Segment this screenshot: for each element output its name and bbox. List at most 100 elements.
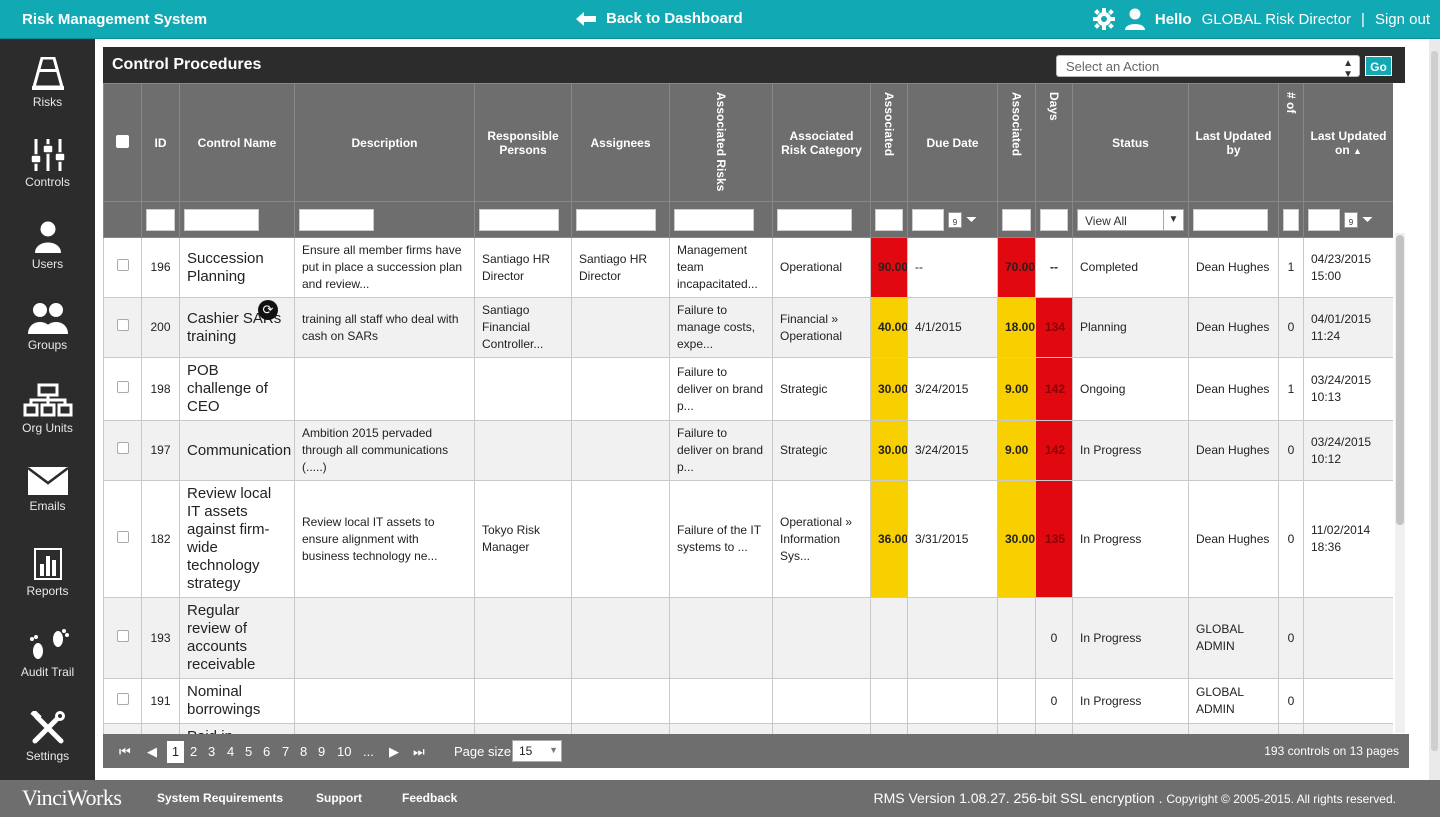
cell-associated-2 — [997, 597, 1036, 679]
table-row[interactable]: 196 Succession Planning Ensure all member … — [103, 237, 1393, 298]
page-6[interactable]: 6 — [263, 744, 270, 759]
filter-description-input[interactable] — [299, 208, 374, 231]
row-checkbox[interactable] — [116, 629, 129, 642]
sign-out-link[interactable]: Sign out — [1375, 11, 1430, 28]
table-row[interactable]: 182 Review local IT assets against firm-w… — [103, 480, 1393, 598]
table-row[interactable]: 193 Regular review of accounts receivable… — [103, 597, 1393, 679]
cell-due-date: -- — [907, 237, 998, 298]
filter-count-input[interactable] — [1283, 208, 1299, 231]
filter-due-date-input[interactable] — [912, 208, 944, 231]
scrollbar-thumb[interactable] — [1431, 51, 1438, 751]
grid-scrollbar[interactable] — [1395, 233, 1405, 733]
gear-icon[interactable] — [1092, 8, 1115, 30]
filter-cell — [1188, 201, 1279, 238]
col-status[interactable]: Status — [1072, 83, 1189, 202]
table-row[interactable]: 190Paid in returned earnings0In Progress… — [103, 723, 1393, 734]
col-updated-on[interactable]: Last Updated on ▲ — [1303, 83, 1393, 202]
table-row[interactable]: 200 Cashier SARs training ⟳ training all st… — [103, 297, 1393, 358]
status-filter-select[interactable]: View All ▼ — [1077, 208, 1184, 231]
col-due-date[interactable]: Due Date — [907, 83, 998, 202]
filter-risks-input[interactable] — [674, 208, 754, 231]
support-link[interactable]: Support — [316, 791, 362, 805]
col-control-name[interactable]: Control Name — [179, 83, 295, 202]
col-id[interactable]: ID — [141, 83, 180, 202]
reload-icon[interactable]: ⟳ — [258, 300, 278, 320]
filter-id-input[interactable] — [146, 208, 175, 231]
prev-page-icon[interactable]: ◀ — [147, 744, 157, 760]
page-4[interactable]: 4 — [227, 744, 234, 759]
cell-category — [772, 678, 871, 724]
cell-days: 134 — [1035, 297, 1073, 358]
last-page-icon[interactable]: ⏭ — [413, 744, 425, 760]
page-10[interactable]: 10 — [337, 744, 351, 759]
sidebar-item-controls[interactable]: Controls — [0, 127, 95, 207]
first-page-icon[interactable]: ⏮ — [119, 744, 131, 760]
col-associated-2[interactable]: Associated — [997, 83, 1036, 202]
page-more[interactable]: ... — [363, 744, 374, 759]
sidebar-item-users[interactable]: Users — [0, 209, 95, 289]
col-assignees[interactable]: Assignees — [571, 83, 670, 202]
table-row[interactable]: 198 POB challenge of CEO Failure to delive… — [103, 357, 1393, 421]
sort-asc-icon: ▲ — [1353, 145, 1362, 156]
sidebar-item-org-units[interactable]: Org Units — [0, 371, 95, 451]
col-responsible[interactable]: Responsible Persons — [474, 83, 572, 202]
row-checkbox[interactable] — [116, 442, 129, 454]
filter-updated-on-input[interactable] — [1308, 208, 1340, 231]
select-all-checkbox[interactable] — [116, 134, 129, 148]
cell-associated-2: 9.00 — [997, 357, 1036, 421]
filter-icon[interactable]: ⏷ — [1362, 211, 1373, 228]
col-days[interactable]: Days — [1035, 83, 1073, 202]
col-associated-1[interactable]: Associated — [870, 83, 908, 202]
col-description[interactable]: Description — [294, 83, 475, 202]
page-2[interactable]: 2 — [190, 744, 197, 759]
calendar-icon[interactable]: 9 — [948, 211, 962, 228]
table-row[interactable]: 191 Nominal borrowings 0 In Progress GLOBAL … — [103, 678, 1393, 724]
page-7[interactable]: 7 — [282, 744, 289, 759]
cell-updated-on: 03/24/2015 10:13 — [1303, 357, 1393, 421]
action-select[interactable]: Select an Action ▲ ▼ — [1056, 55, 1360, 80]
page-size-select[interactable]: 15 ▼ — [512, 740, 562, 762]
calendar-icon[interactable]: 9 — [1344, 211, 1358, 228]
cell-risks — [669, 597, 773, 679]
next-page-icon[interactable]: ▶ — [389, 744, 399, 760]
sidebar-item-settings[interactable]: Settings — [0, 699, 95, 779]
filter-name-input[interactable] — [184, 208, 259, 231]
cell-control-name: POB challenge of CEO — [179, 357, 295, 421]
page-9[interactable]: 9 — [318, 744, 325, 759]
row-checkbox[interactable] — [116, 259, 129, 271]
filter-updated-by-input[interactable] — [1193, 208, 1268, 231]
page-8[interactable]: 8 — [300, 744, 307, 759]
col-risk-category[interactable]: Associated Risk Category — [772, 83, 871, 202]
table-row[interactable]: 197 Communication Ambition 2015 pervaded t… — [103, 420, 1393, 481]
go-button[interactable]: Go — [1365, 56, 1392, 76]
feedback-link[interactable]: Feedback — [402, 791, 457, 805]
system-requirements-link[interactable]: System Requirements — [157, 791, 283, 805]
sidebar-item-risks[interactable]: Risks — [0, 45, 95, 125]
row-checkbox[interactable] — [116, 530, 129, 543]
filter-cell: 9 ⏷ — [907, 201, 998, 238]
sidebar-item-reports[interactable]: Reports — [0, 536, 95, 616]
page-scrollbar[interactable] — [1429, 39, 1440, 780]
filter-category-input[interactable] — [777, 208, 852, 231]
row-checkbox[interactable] — [116, 319, 129, 331]
filter-icon[interactable]: ⏷ — [966, 211, 977, 228]
row-checkbox[interactable] — [116, 692, 129, 705]
filter-associated2-input[interactable] — [1002, 208, 1031, 231]
col-associated-risks[interactable]: Associated Risks — [669, 83, 773, 202]
filter-responsible-input[interactable] — [479, 208, 559, 231]
page-1[interactable]: 1 — [167, 741, 184, 763]
col-count[interactable]: # of — [1278, 83, 1304, 202]
page-5[interactable]: 5 — [245, 744, 252, 759]
sidebar-item-groups[interactable]: Groups — [0, 290, 95, 370]
sidebar-item-audit-trail[interactable]: Audit Trail — [0, 617, 95, 697]
cell-responsible — [474, 597, 572, 679]
page-3[interactable]: 3 — [208, 744, 215, 759]
scrollbar-thumb[interactable] — [1396, 235, 1404, 525]
filter-associated1-input[interactable] — [875, 208, 903, 231]
row-checkbox[interactable] — [116, 380, 129, 393]
back-to-dashboard-link[interactable]: Back to Dashboard — [576, 10, 743, 27]
col-updated-by[interactable]: Last Updated by — [1188, 83, 1279, 202]
filter-days-input[interactable] — [1040, 208, 1068, 231]
sidebar-item-emails[interactable]: Emails — [0, 455, 95, 535]
filter-assignees-input[interactable] — [576, 208, 656, 231]
